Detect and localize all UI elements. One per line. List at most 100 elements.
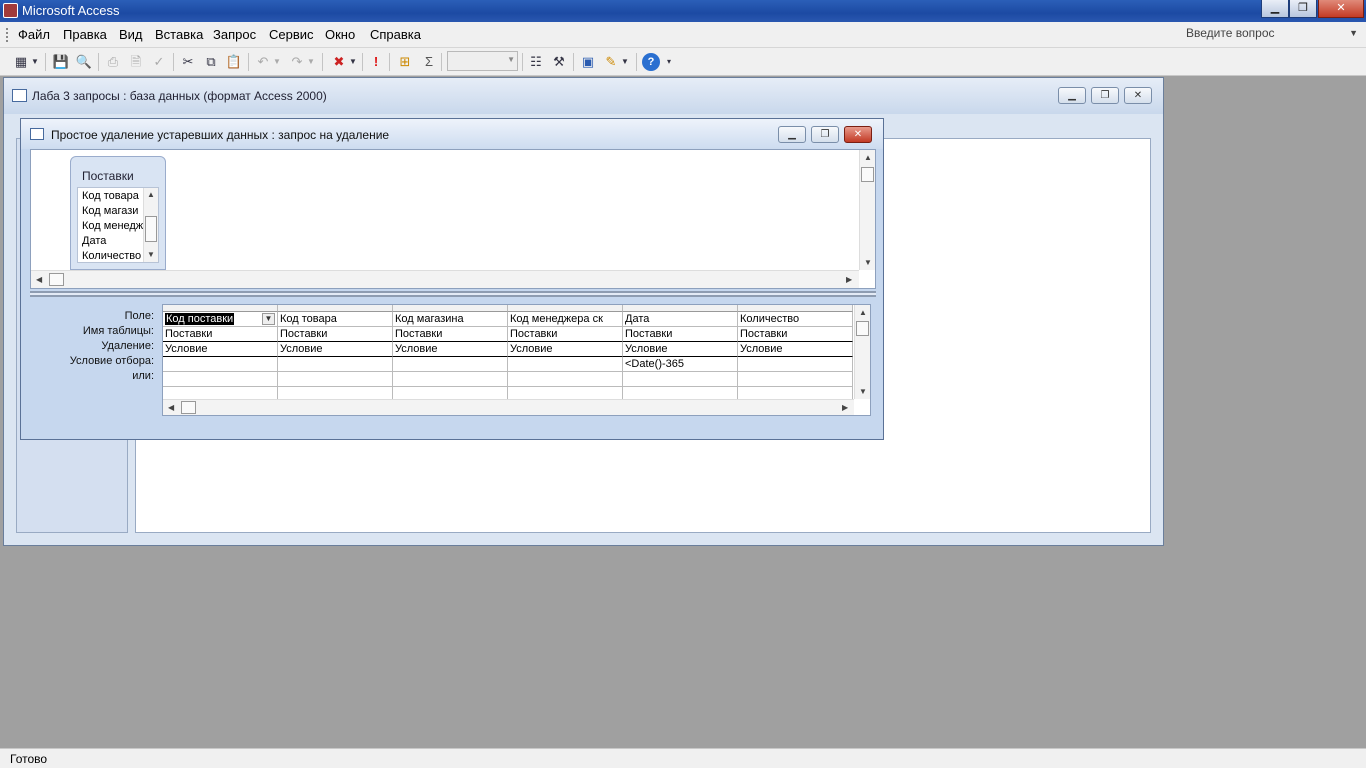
chevron-down-icon[interactable]: ▼: [507, 55, 515, 64]
grid-table-cell[interactable]: Поставки: [738, 327, 853, 342]
scroll-up-icon[interactable]: ▲: [859, 308, 867, 317]
restore-button[interactable]: ❐: [1289, 0, 1317, 18]
table-field-list[interactable]: Поставки Код товара Код магази Код менед…: [70, 156, 166, 270]
table-pane[interactable]: Поставки Код товара Код магази Код менед…: [30, 149, 876, 289]
close-button[interactable]: ✕: [1318, 0, 1364, 18]
scroll-up-icon[interactable]: ▲: [147, 190, 155, 199]
query-minimize-button[interactable]: ▁: [778, 126, 806, 143]
properties-icon[interactable]: ☷: [527, 53, 545, 71]
grid-vscrollbar[interactable]: ▲ ▼: [854, 305, 870, 399]
print-icon[interactable]: ⎙: [104, 53, 122, 71]
totals-icon[interactable]: Σ: [420, 53, 438, 71]
grid-criteria-cell[interactable]: [738, 357, 853, 372]
scroll-thumb[interactable]: [861, 167, 874, 182]
grid-table-cell[interactable]: Поставки: [623, 327, 738, 342]
chevron-down-icon[interactable]: ▼: [262, 313, 275, 325]
view-icon[interactable]: ▦: [12, 53, 30, 71]
column-selector[interactable]: [738, 305, 853, 312]
grid-field-cell[interactable]: Количество: [738, 312, 853, 327]
column-selector[interactable]: [623, 305, 738, 312]
pane-splitter[interactable]: [30, 291, 876, 297]
grid-delete-cell[interactable]: Условие: [508, 342, 623, 357]
design-grid[interactable]: Код поставки ▼ Поставки Условие Код товар…: [162, 304, 871, 416]
grid-criteria-cell[interactable]: [163, 357, 278, 372]
field-list-item[interactable]: Код товара: [82, 190, 139, 202]
menu-help[interactable]: Справка: [370, 27, 421, 42]
menubar-grip[interactable]: [6, 28, 9, 42]
scroll-thumb[interactable]: [181, 401, 196, 414]
view-dropdown-icon[interactable]: ▼: [30, 53, 40, 71]
grid-criteria-cell[interactable]: [278, 357, 393, 372]
spell-icon[interactable]: ✓: [150, 53, 168, 71]
grid-or-cell[interactable]: [508, 372, 623, 387]
grid-delete-cell[interactable]: Условие: [738, 342, 853, 357]
grid-criteria-cell[interactable]: [508, 357, 623, 372]
menu-query[interactable]: Запрос: [213, 27, 256, 42]
field-list-item[interactable]: Количество: [82, 250, 141, 262]
show-table-icon[interactable]: ⊞: [396, 53, 414, 71]
scroll-right-icon[interactable]: ▶: [842, 403, 848, 412]
grid-hscrollbar[interactable]: ◀ ▶: [163, 399, 854, 415]
scroll-left-icon[interactable]: ◀: [36, 275, 42, 284]
grid-delete-cell[interactable]: Условие: [163, 342, 278, 357]
grid-criteria-cell[interactable]: <Date()-365: [623, 357, 738, 372]
db-close-button[interactable]: ✕: [1124, 87, 1152, 104]
field-list-scrollbar[interactable]: ▲ ▼: [143, 188, 158, 262]
database-window-icon[interactable]: ▣: [579, 53, 597, 71]
menu-tools[interactable]: Сервис: [269, 27, 314, 42]
grid-delete-cell[interactable]: Условие: [623, 342, 738, 357]
zoom-combo[interactable]: ▼: [447, 51, 518, 71]
scroll-left-icon[interactable]: ◀: [168, 403, 174, 412]
paste-icon[interactable]: 📋: [225, 53, 243, 71]
minimize-button[interactable]: ▁: [1261, 0, 1289, 18]
scroll-up-icon[interactable]: ▲: [864, 153, 872, 162]
search-icon[interactable]: 🔍: [75, 53, 93, 71]
grid-field-cell[interactable]: Дата: [623, 312, 738, 327]
scroll-down-icon[interactable]: ▼: [147, 250, 155, 259]
column-selector[interactable]: [393, 305, 508, 312]
grid-table-cell[interactable]: Поставки: [393, 327, 508, 342]
save-icon[interactable]: 💾: [52, 53, 70, 71]
menu-view[interactable]: Вид: [119, 27, 143, 42]
grid-table-cell[interactable]: Поставки: [163, 327, 278, 342]
run-icon[interactable]: !: [367, 53, 385, 71]
field-list-item[interactable]: Код менедж: [82, 220, 143, 232]
undo-icon[interactable]: ↶: [254, 53, 272, 71]
table-pane-hscrollbar[interactable]: ◀ ▶: [31, 270, 859, 288]
column-selector[interactable]: [278, 305, 393, 312]
query-type-icon[interactable]: ✖: [330, 53, 348, 71]
grid-field-cell[interactable]: Код поставки ▼: [163, 312, 278, 327]
access-app-icon[interactable]: [3, 3, 18, 18]
redo-icon[interactable]: ↷: [288, 53, 306, 71]
table-pane-vscrollbar[interactable]: ▲ ▼: [859, 150, 875, 270]
undo-dropdown-icon[interactable]: ▼: [272, 53, 282, 71]
grid-table-cell[interactable]: Поставки: [278, 327, 393, 342]
grid-or-cell[interactable]: [278, 372, 393, 387]
scroll-down-icon[interactable]: ▼: [864, 258, 872, 267]
column-selector[interactable]: [508, 305, 623, 312]
scroll-right-icon[interactable]: ▶: [846, 275, 852, 284]
toolbar-options-icon[interactable]: ▾: [664, 53, 674, 71]
menu-edit[interactable]: Правка: [63, 27, 107, 42]
column-selector[interactable]: [163, 305, 278, 312]
field-list-item[interactable]: Дата: [82, 235, 106, 247]
chevron-down-icon[interactable]: ▼: [1349, 28, 1358, 38]
grid-field-cell[interactable]: Код товара: [278, 312, 393, 327]
scroll-thumb[interactable]: [49, 273, 64, 286]
query-close-button[interactable]: ✕: [844, 126, 872, 143]
scroll-down-icon[interactable]: ▼: [859, 387, 867, 396]
grid-table-cell[interactable]: Поставки: [508, 327, 623, 342]
redo-dropdown-icon[interactable]: ▼: [306, 53, 316, 71]
grid-delete-cell[interactable]: Условие: [393, 342, 508, 357]
menu-window[interactable]: Окно: [325, 27, 355, 42]
grid-or-cell[interactable]: [738, 372, 853, 387]
query-restore-button[interactable]: ❐: [811, 126, 839, 143]
copy-icon[interactable]: ⧉: [202, 53, 220, 71]
menu-file[interactable]: Файл: [18, 27, 50, 42]
db-restore-button[interactable]: ❐: [1091, 87, 1119, 104]
scroll-thumb[interactable]: [856, 321, 869, 336]
query-type-dropdown-icon[interactable]: ▼: [348, 53, 358, 71]
new-object-icon[interactable]: ✎: [602, 53, 620, 71]
menu-insert[interactable]: Вставка: [155, 27, 203, 42]
grid-or-cell[interactable]: [163, 372, 278, 387]
